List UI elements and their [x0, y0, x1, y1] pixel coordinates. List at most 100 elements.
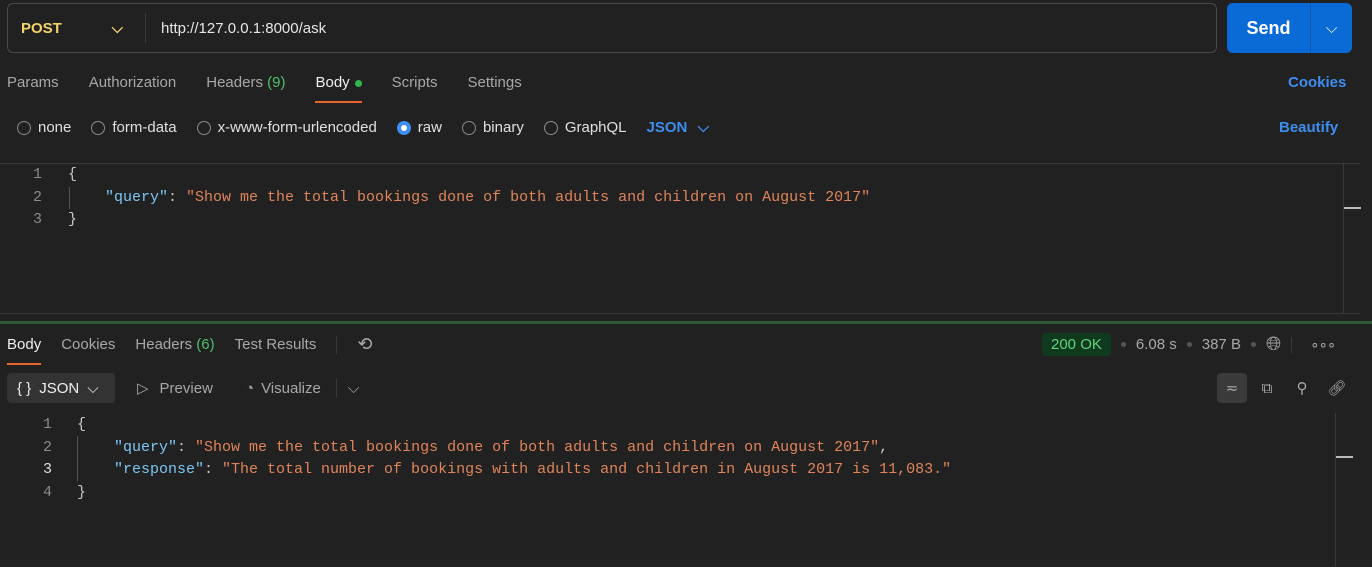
code-brace: { — [68, 165, 78, 183]
chevron-down-icon: ⌵ — [87, 379, 99, 397]
divider — [335, 379, 337, 397]
more-options-icon[interactable]: ∘∘∘ — [1310, 336, 1336, 354]
tab-label: Headers — [135, 336, 193, 353]
tab-label: Body — [315, 74, 350, 91]
json-key: "query" — [114, 438, 178, 456]
method-select[interactable]: POST ⌵ — [8, 13, 146, 43]
tab-headers[interactable]: Headers (9) — [206, 74, 285, 91]
divider — [1291, 336, 1293, 353]
tab-body[interactable]: Body — [315, 74, 362, 103]
response-tabs: Body Cookies Headers (6) Test Results ⟲ — [7, 334, 372, 365]
radio-icon — [17, 120, 31, 135]
chevron-down-icon[interactable]: ⌵ — [348, 380, 359, 397]
radio-label: GraphQL — [564, 119, 627, 136]
url-input[interactable]: http://127.0.0.1:8000/ask — [146, 20, 326, 37]
beautify-button[interactable]: Beautify — [1279, 119, 1338, 136]
send-options-chevron-icon[interactable]: ⌵ — [1311, 3, 1352, 53]
json-value: "The total number of bookings with adult… — [222, 460, 952, 478]
separator-dot — [1250, 342, 1256, 347]
play-icon: ▷ — [137, 380, 149, 397]
radio-icon — [196, 120, 211, 135]
response-scrollbar[interactable] — [1335, 413, 1336, 567]
wrap-lines-icon[interactable]: ≂ — [1217, 373, 1247, 403]
code-colon: : — [177, 438, 196, 456]
line-number: 1 — [42, 415, 52, 433]
search-icon[interactable]: ⚲ — [1287, 373, 1317, 403]
radio-icon — [461, 120, 476, 135]
line-number: 3 — [42, 460, 52, 478]
cookies-link[interactable]: Cookies — [1288, 74, 1346, 91]
tab-params[interactable]: Params — [7, 74, 59, 91]
request-url-bar: POST ⌵ http://127.0.0.1:8000/ask — [7, 3, 1217, 53]
link-icon[interactable]: 🔗︎ — [1322, 373, 1352, 403]
radio-label: raw — [417, 119, 442, 136]
radio-graphql[interactable]: GraphQL — [543, 119, 627, 136]
response-time: 6.08 s — [1135, 336, 1177, 353]
json-value: "Show me the total bookings done of both… — [195, 438, 880, 456]
editor-scrollbar[interactable] — [1343, 164, 1344, 314]
tab-scripts[interactable]: Scripts — [392, 74, 438, 91]
line-number: 1 — [32, 165, 42, 183]
line-number: 2 — [32, 188, 42, 206]
indent-guide — [77, 436, 78, 481]
history-icon[interactable]: ⟲ — [357, 334, 372, 355]
scroll-marker — [1336, 456, 1353, 458]
radio-icon — [543, 120, 558, 135]
tab-response-cookies[interactable]: Cookies — [61, 336, 115, 353]
code-colon: : — [168, 188, 187, 206]
visualize-icon: ◔ — [245, 379, 255, 397]
radio-label: form-data — [112, 119, 177, 136]
json-value: "Show me the total bookings done of both… — [186, 188, 871, 206]
code-brace: } — [77, 483, 87, 501]
tab-authorization[interactable]: Authorization — [89, 74, 177, 91]
tab-response-body[interactable]: Body — [7, 336, 42, 365]
visualize-button[interactable]: ◔ Visualize ⌵ — [245, 379, 359, 397]
code-colon: : — [204, 460, 223, 478]
method-label: POST — [21, 19, 62, 37]
send-button-group: Send ⌵ — [1227, 3, 1352, 53]
body-type-radios: none form-data x-www-form-urlencoded raw… — [17, 119, 709, 136]
modified-dot-icon — [354, 79, 362, 87]
response-meta: 200 OK 6.08 s 387 B 🌐︎ ∘∘∘ — [1042, 333, 1336, 356]
chevron-down-icon: ⌵ — [111, 19, 123, 37]
globe-icon[interactable]: 🌐︎ — [1266, 334, 1281, 356]
line-number: 4 — [42, 483, 52, 501]
headers-count: (6) — [196, 336, 215, 353]
headers-count: (9) — [267, 74, 286, 91]
braces-icon: { } — [17, 379, 32, 397]
preview-label: Preview — [159, 379, 213, 397]
radio-none[interactable]: none — [17, 119, 71, 136]
tab-response-headers[interactable]: Headers (6) — [135, 336, 214, 353]
format-select[interactable]: JSON ⌵ — [647, 119, 709, 136]
separator-dot — [1186, 342, 1192, 347]
code-brace: } — [68, 210, 78, 228]
send-button[interactable]: Send — [1227, 3, 1311, 53]
tab-test-results[interactable]: Test Results — [235, 336, 317, 353]
tab-settings[interactable]: Settings — [468, 74, 522, 91]
radio-label: x-www-form-urlencoded — [217, 119, 377, 136]
json-key: "query" — [105, 188, 169, 206]
request-tabs: Params Authorization Headers (9) Body Sc… — [7, 74, 522, 103]
radio-label: none — [38, 119, 72, 136]
radio-raw[interactable]: raw — [396, 119, 442, 136]
json-key: "response" — [114, 460, 205, 478]
format-label: JSON — [646, 119, 688, 136]
tab-label: Headers — [206, 74, 263, 91]
response-size: 387 B — [1201, 336, 1241, 353]
radio-form-data[interactable]: form-data — [91, 119, 177, 136]
format-label: JSON — [39, 379, 80, 397]
radio-selected-icon — [396, 120, 411, 135]
response-format-select[interactable]: { } JSON ⌵ — [7, 373, 115, 403]
radio-label: binary — [482, 119, 524, 136]
radio-urlencoded[interactable]: x-www-form-urlencoded — [196, 119, 377, 136]
radio-binary[interactable]: binary — [461, 119, 524, 136]
preview-button[interactable]: ▷ Preview — [137, 379, 213, 398]
pane-divider[interactable] — [0, 321, 1372, 324]
status-badge: 200 OK — [1042, 333, 1111, 356]
copy-icon[interactable]: ⧉ — [1252, 373, 1282, 403]
visualize-label: Visualize — [261, 379, 321, 397]
scroll-marker — [1344, 207, 1361, 209]
code-comma: , — [879, 438, 889, 456]
line-number: 2 — [42, 438, 52, 456]
separator-dot — [1120, 342, 1126, 347]
